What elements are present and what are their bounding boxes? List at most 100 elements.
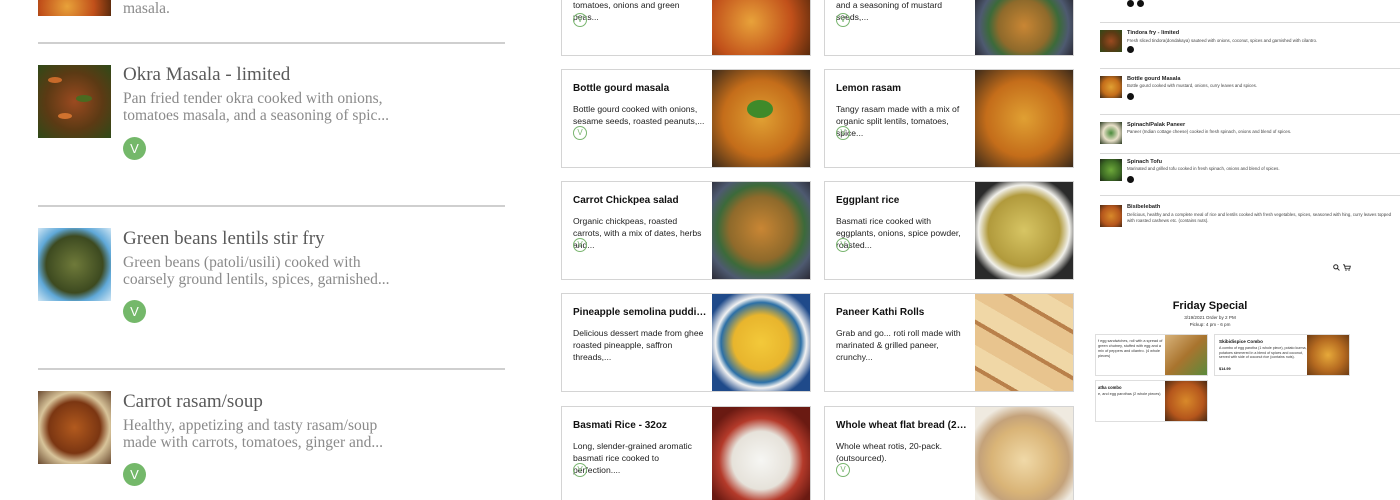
menu-card[interactable]: Basmati Rice - 32oz Long, slender-graine… <box>561 406 811 500</box>
vegan-badge-dot <box>1127 46 1134 53</box>
row-divider <box>1100 195 1400 196</box>
menu-card[interactable]: Paneer Kathi Rolls Grab and go... roti r… <box>824 293 1074 392</box>
item-description: Bottle gourd cooked with mustard, onions… <box>1127 83 1258 88</box>
card-description: Long, slender-grained aromatic basmati r… <box>573 441 692 475</box>
card-description: Bottle gourd cooked with onions, sesame … <box>573 104 705 126</box>
vegan-badge-dot <box>1127 0 1134 7</box>
food-image <box>1100 122 1122 144</box>
card-description: e, and egg parothas (2 whole pieces) <box>1098 392 1161 396</box>
vegan-badge: V <box>836 238 850 252</box>
card-description: f egg sandwiches, roll with a spread of … <box>1098 339 1163 358</box>
card-title[interactable]: Lemon rasam <box>836 83 971 94</box>
item-description: masala. <box>123 0 170 17</box>
vegan-badge-dot <box>1127 176 1134 183</box>
row-divider <box>38 42 505 44</box>
vegan-badge: V <box>123 300 146 323</box>
item-title[interactable]: Spinach/Palak Paneer <box>1127 122 1185 128</box>
card-description: Organic chickpeas, roasted carrots, with… <box>573 216 702 250</box>
vegan-badge: V <box>573 238 587 252</box>
food-image <box>1307 335 1349 375</box>
menu-card[interactable]: tomatoes, onions and green peas... V <box>561 0 811 56</box>
food-image <box>975 294 1073 391</box>
cart-icon[interactable] <box>1343 264 1351 271</box>
special-title: Friday Special <box>1172 300 1248 312</box>
food-image <box>975 182 1073 279</box>
row-divider <box>1100 22 1400 23</box>
card-title[interactable]: Paneer Kathi Rolls <box>836 307 971 318</box>
menu-card[interactable]: Lemon rasam Tangy rasam made with a mix … <box>824 69 1074 168</box>
menu-card[interactable]: Bottle gourd masala Bottle gourd cooked … <box>561 69 811 168</box>
special-date: 3/19/2021 Order by 2 PM <box>1184 315 1236 320</box>
row-divider <box>38 205 505 207</box>
item-description: Paneer (Indian cottage cheese) cooked in… <box>1127 129 1292 134</box>
vegan-badge: V <box>573 463 587 477</box>
item-description: Marinated and grilled tofu cooked in fre… <box>1127 166 1280 171</box>
card-title[interactable]: atha combo <box>1098 385 1122 390</box>
menu-item[interactable]: Bottle gourd Masala Bottle gourd cooked … <box>1100 68 1400 114</box>
food-image <box>38 65 111 138</box>
food-image <box>1100 205 1122 227</box>
card-description: Whole wheat rotis, 20-pack. (outsourced)… <box>836 441 943 463</box>
row-divider <box>1100 153 1400 154</box>
card-title[interactable]: Whole wheat flat bread (20 r... <box>836 420 971 431</box>
card-title[interactable]: Eggplant rice <box>836 195 971 206</box>
vegan-badge: V <box>836 13 850 27</box>
menu-card[interactable]: Carrot Chickpea salad Organic chickpeas,… <box>561 181 811 280</box>
food-image <box>38 391 111 464</box>
vegan-badge: V <box>123 463 146 486</box>
food-image <box>1100 30 1122 52</box>
food-image <box>38 0 111 16</box>
card-title[interactable]: Skibidispice Combo <box>1219 339 1263 344</box>
food-image <box>1165 335 1207 375</box>
item-title[interactable]: Tindora fry - limited <box>1127 30 1179 36</box>
item-description: Green beans (patoli/usili) cooked with c… <box>123 254 390 288</box>
item-title[interactable]: Spinach Tofu <box>1127 159 1162 165</box>
gluten-free-badge-dot <box>1137 0 1144 7</box>
food-image <box>712 182 810 279</box>
food-image <box>712 0 810 55</box>
food-image <box>1100 76 1122 98</box>
menu-card[interactable]: Pineapple semolina pudding Delicious des… <box>561 293 811 392</box>
menu-card[interactable]: and a seasoning of mustard seeds,... V <box>824 0 1074 56</box>
menu-card[interactable]: Whole wheat flat bread (20 r... Whole wh… <box>824 406 1074 500</box>
menu-card[interactable]: Eggplant rice Basmati rice cooked with e… <box>824 181 1074 280</box>
item-title[interactable]: Green beans lentils stir fry <box>123 228 325 250</box>
card-title[interactable]: Bottle gourd masala <box>573 83 708 94</box>
food-image <box>975 70 1073 167</box>
card-price: $14.99 <box>1219 367 1231 371</box>
food-image <box>975 0 1073 55</box>
vegan-badge: V <box>836 463 850 477</box>
card-description: A combo of egg parotha (1 whole piece), … <box>1219 346 1307 360</box>
item-description: Fresh sliced tindora(dondakaya) sauteed … <box>1127 38 1318 43</box>
menu-item[interactable]: Tindora fry - limited Fresh sliced tindo… <box>1100 22 1400 68</box>
vegan-badge: V <box>573 13 587 27</box>
row-divider <box>1100 114 1400 115</box>
vegan-badge: V <box>123 137 146 160</box>
menu-item[interactable]: Bisibelebath Delicious, healthy and a co… <box>1100 195 1400 239</box>
food-image <box>712 294 810 391</box>
card-description: Tangy rasam made with a mix of organic s… <box>836 104 960 138</box>
food-image <box>712 70 810 167</box>
card-description: tomatoes, onions and green peas... <box>573 0 680 22</box>
food-image <box>975 407 1073 500</box>
row-divider <box>38 368 505 370</box>
card-title[interactable]: Pineapple semolina pudding <box>573 307 708 318</box>
item-title[interactable]: Okra Masala - limited <box>123 64 290 86</box>
item-description: Delicious, healthy and a complete meal o… <box>1127 212 1392 223</box>
card-title[interactable]: Basmati Rice - 32oz <box>573 420 708 431</box>
card-title[interactable]: Carrot Chickpea salad <box>573 195 708 206</box>
item-title[interactable]: Bottle gourd Masala <box>1127 76 1180 82</box>
food-image <box>712 407 810 500</box>
row-divider <box>1100 68 1400 69</box>
menu-item[interactable]: Spinach/Palak Paneer Paneer (Indian cott… <box>1100 114 1400 153</box>
vegan-badge-dot <box>1127 93 1134 100</box>
menu-item[interactable]: Spinach Tofu Marinated and grilled tofu … <box>1100 153 1400 195</box>
special-card[interactable]: atha combo e, and egg parothas (2 whole … <box>1095 380 1208 422</box>
card-description: Basmati rice cooked with eggplants, onio… <box>836 216 961 250</box>
vegan-badge: V <box>573 126 587 140</box>
item-title[interactable]: Carrot rasam/soup <box>123 391 263 413</box>
item-title[interactable]: Bisibelebath <box>1127 204 1160 210</box>
special-card[interactable]: f egg sandwiches, roll with a spread of … <box>1095 334 1208 376</box>
search-icon[interactable] <box>1333 264 1340 271</box>
special-card[interactable]: Skibidispice Combo A combo of egg paroth… <box>1214 334 1350 376</box>
